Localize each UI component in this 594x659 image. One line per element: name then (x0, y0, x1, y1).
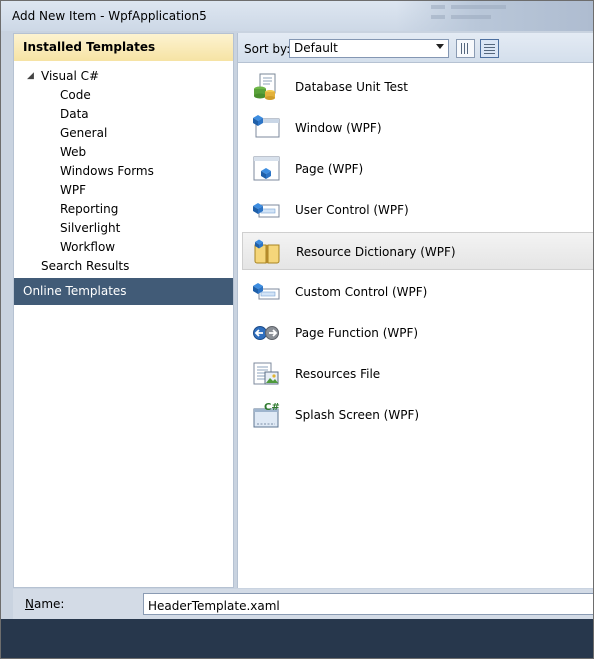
template-label: Page (WPF) (295, 162, 364, 176)
tree-item-web[interactable]: Web (60, 143, 86, 162)
page-function-icon (253, 326, 279, 340)
installed-templates-header[interactable]: Installed Templates (14, 34, 233, 61)
background-window-detail (451, 15, 491, 19)
custom-control-icon (253, 283, 280, 300)
chevron-down-icon (436, 44, 444, 49)
template-item-resources-file[interactable]: Resources File (242, 355, 593, 393)
sort-by-label: Sort by: (244, 42, 291, 56)
template-item-user-control-wpf[interactable]: User Control (WPF) (242, 191, 593, 229)
title-bar[interactable]: Add New Item - WpfApplication5 (1, 1, 593, 31)
template-item-resource-dictionary-wpf[interactable]: Resource Dictionary (WPF) (242, 232, 593, 270)
template-label: Database Unit Test (295, 80, 408, 94)
sort-by-dropdown[interactable]: Default (289, 39, 449, 58)
tree-item-data[interactable]: Data (60, 105, 89, 124)
background-window-detail (431, 15, 445, 19)
templates-list-pane: Sort by: Default Database Unit Test Wind… (237, 33, 593, 588)
tree-item-general[interactable]: General (60, 124, 107, 143)
background-window-detail (451, 5, 506, 9)
user-control-icon (253, 203, 280, 218)
tree-item-silverlight[interactable]: Silverlight (60, 219, 120, 238)
tree-item-visual-csharp[interactable]: ◢ Visual C# (14, 67, 233, 86)
template-item-page-wpf[interactable]: Page (WPF) (242, 150, 593, 188)
resource-dictionary-icon (254, 239, 280, 264)
tree-item-workflow[interactable]: Workflow (60, 238, 115, 257)
svg-text:C#: C# (264, 402, 280, 413)
small-icons-view-button[interactable] (456, 39, 475, 58)
template-item-page-function-wpf[interactable]: Page Function (WPF) (242, 314, 593, 352)
name-label-accesskey: N (25, 597, 34, 611)
template-label: User Control (WPF) (295, 203, 409, 217)
name-input[interactable] (143, 593, 593, 615)
dialog-footer (1, 619, 593, 658)
window-title: Add New Item - WpfApplication5 (12, 9, 207, 23)
small-icons-view-icon (461, 43, 470, 54)
tree-item-code[interactable]: Code (60, 86, 91, 105)
template-label: Resource Dictionary (WPF) (296, 245, 456, 259)
template-item-window-wpf[interactable]: Window (WPF) (242, 109, 593, 147)
add-new-item-dialog: Add New Item - WpfApplication5 Installed… (0, 0, 594, 659)
medium-icons-view-button[interactable] (480, 39, 499, 58)
tree-item-label: Visual C# (41, 69, 100, 83)
tree-item-search-results[interactable]: Search Results (41, 257, 129, 276)
template-label: Window (WPF) (295, 121, 382, 135)
online-templates-header[interactable]: Online Templates (14, 278, 233, 305)
template-item-splash-screen-wpf[interactable]: C# Splash Screen (WPF) (242, 396, 593, 434)
database-unit-test-icon (254, 73, 276, 100)
tree-item-reporting[interactable]: Reporting (60, 200, 118, 219)
resources-file-icon (253, 362, 279, 385)
template-item-database-unit-test[interactable]: Database Unit Test (242, 68, 593, 106)
background-window-detail (431, 5, 445, 9)
template-label: Splash Screen (WPF) (295, 408, 420, 422)
template-label: Custom Control (WPF) (295, 285, 428, 299)
template-label: Page Function (WPF) (295, 326, 419, 340)
wpf-window-icon (253, 115, 280, 138)
template-categories-pane: Installed Templates ◢ Visual C# Code Dat… (13, 33, 234, 588)
tree-expanded-arrow-icon[interactable]: ◢ (27, 67, 34, 86)
tree-item-windows-forms[interactable]: Windows Forms (60, 162, 154, 181)
name-label: Name: (25, 597, 64, 611)
templates-toolbar: Sort by: Default (238, 33, 593, 63)
medium-icons-view-icon (484, 43, 495, 54)
name-row: Name: (13, 589, 593, 619)
template-label: Resources File (295, 367, 381, 381)
wpf-page-icon (253, 156, 280, 181)
sort-by-value: Default (294, 41, 338, 55)
name-label-rest: ame: (33, 597, 65, 611)
tree-item-wpf[interactable]: WPF (60, 181, 86, 200)
template-item-custom-control-wpf[interactable]: Custom Control (WPF) (242, 273, 593, 311)
splash-screen-icon: C# (253, 402, 280, 428)
